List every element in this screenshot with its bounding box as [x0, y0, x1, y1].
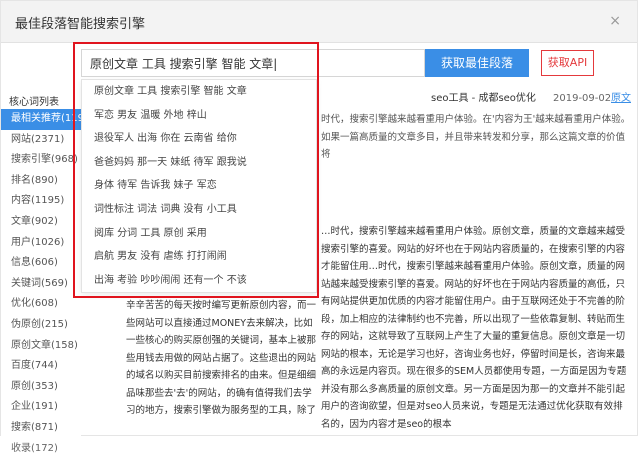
sidebar-item[interactable]: 关键词(569) [1, 274, 81, 295]
search-input[interactable]: 原创文章 工具 搜索引擎 智能 文章| [81, 49, 425, 77]
sidebar-item[interactable]: 文章(902) [1, 212, 81, 233]
sidebar-item[interactable]: 排名(890) [1, 171, 81, 192]
sidebar-item[interactable]: 企业(191) [1, 397, 81, 418]
sidebar-item[interactable]: 搜索引擎(968) [1, 150, 81, 171]
sidebar-item[interactable]: 搜索(871) [1, 418, 81, 439]
sidebar-item[interactable]: 收录(172) [1, 439, 81, 459]
sidebar-item[interactable]: 网站(2371) [1, 130, 81, 151]
suggestion-item[interactable]: 军恋 男友 温暖 外地 梓山 [82, 104, 316, 128]
close-icon[interactable]: × [609, 13, 621, 29]
source-link[interactable]: 原文 [611, 87, 631, 111]
suggestion-item[interactable]: 退役军人 出海 你在 云南省 给你 [82, 127, 316, 151]
suggestion-item[interactable]: 原创文章 工具 搜索引擎 智能 文章 [82, 80, 316, 104]
suggestion-item[interactable]: 出海 考验 吵吵闹闹 还有一个 不该 [82, 269, 316, 293]
sidebar-item[interactable]: 优化(608) [1, 294, 81, 315]
get-api-button[interactable]: 获取API [541, 50, 594, 76]
get-best-paragraph-button[interactable]: 获取最佳段落 [425, 49, 529, 77]
dialog-title: 最佳段落智能搜索引擎 [15, 13, 145, 32]
sidebar-header: 核心词列表 [1, 87, 81, 109]
sidebar-item[interactable]: 伪原创(215) [1, 315, 81, 336]
sidebar-item[interactable]: 用户(1026) [1, 233, 81, 254]
suggestion-item[interactable]: 词性标注 词法 词典 没有 小工具 [82, 198, 316, 222]
dialog: 最佳段落智能搜索引擎 × 原创文章 工具 搜索引擎 智能 文章| 获取最佳段落 … [0, 0, 638, 436]
titlebar: 最佳段落智能搜索引擎 × [1, 1, 637, 43]
result-paragraph-left: 辛辛苦苦的每天按时编写更新原创内容，而一些网站可以直接通过MONEY去来解决，比… [126, 297, 316, 437]
sidebar-item[interactable]: 百度(744) [1, 356, 81, 377]
suggestion-item[interactable]: 启航 男友 没有 虐练 打打闹闹 [82, 245, 316, 269]
keyword-sidebar: 核心词列表 最相关推荐(1194 网站(2371) 搜索引擎(968) 排名(8… [1, 87, 81, 437]
result-source: seo工具 - 成都seo优化 [431, 87, 536, 111]
sidebar-item[interactable]: 原创文章(158) [1, 336, 81, 357]
result-paragraph-right: …时代，搜索引擎越来越看重用户体验。原创文章，质量的文章越来越受搜索引擎的喜爱。… [321, 223, 631, 437]
suggestion-item[interactable]: 身体 待军 告诉我 妹子 军恋 [82, 174, 316, 198]
sidebar-item[interactable]: 最相关推荐(1194 [1, 109, 81, 130]
sidebar-item[interactable]: 内容(1195) [1, 191, 81, 212]
sidebar-item[interactable]: 原创(353) [1, 377, 81, 398]
suggestion-item[interactable]: 阅库 分词 工具 原创 采用 [82, 222, 316, 246]
result-date: 2019-09-02 [553, 87, 611, 111]
sidebar-item[interactable]: 信息(606) [1, 253, 81, 274]
suggestion-item[interactable]: 爸爸妈妈 那一天 妹纸 待军 跟我说 [82, 151, 316, 175]
result-header: seo工具 - 成都seo优化 2019-09-02 原文 [321, 87, 637, 111]
suggestion-dropdown: 原创文章 工具 搜索引擎 智能 文章 军恋 男友 温暖 外地 梓山 退役军人 出… [81, 79, 317, 293]
result-snippet-top: 时代，搜索引擎越来越看重用户体验。在'内容为王'越来越看重用户体验。如果一篇高质… [321, 111, 631, 183]
